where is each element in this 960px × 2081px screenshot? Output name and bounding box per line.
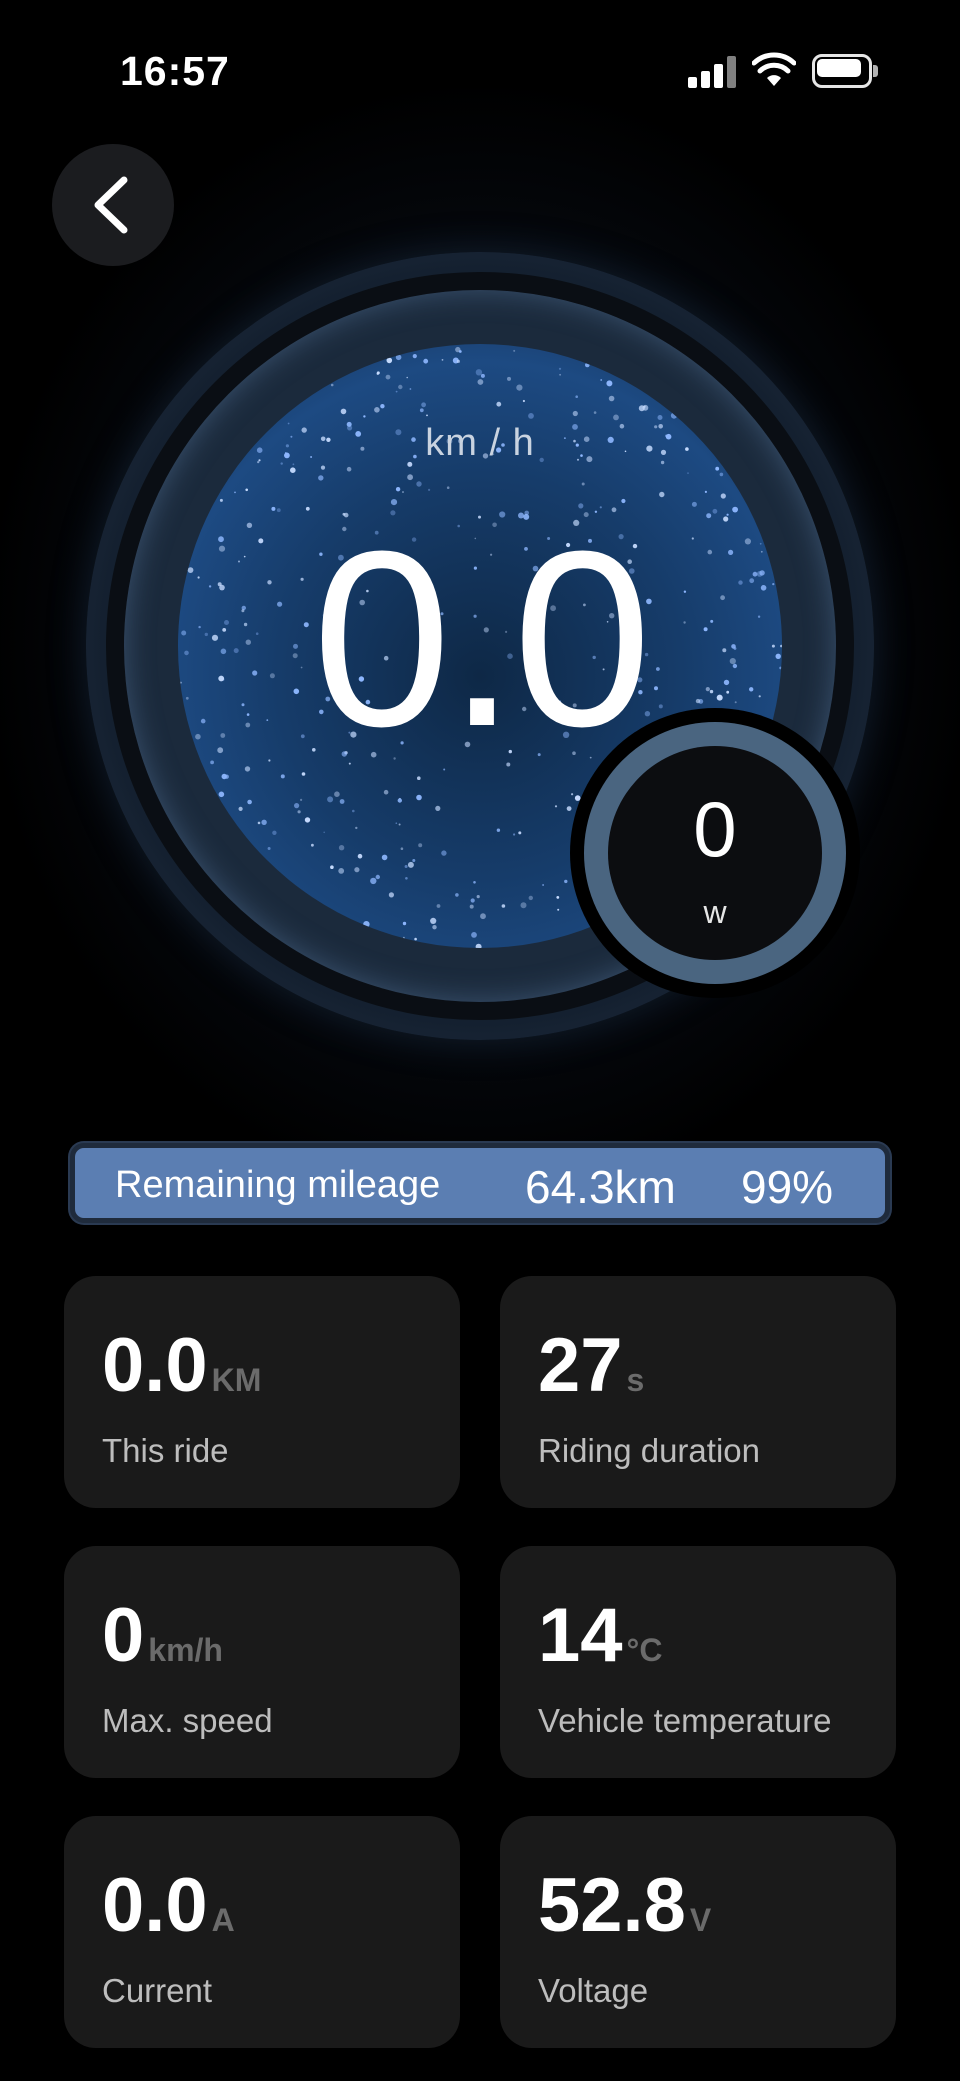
- status-time: 16:57: [120, 48, 230, 94]
- stat-unit: KM: [211, 1362, 262, 1398]
- remaining-mileage-label: Remaining mileage: [115, 1164, 441, 1206]
- cellular-signal-icon: [688, 56, 736, 88]
- stat-card-vehicle-temperature: 14 °C Vehicle temperature: [500, 1546, 896, 1778]
- power-unit: w: [703, 894, 727, 930]
- stat-unit: km/h: [148, 1632, 223, 1668]
- stat-unit: s: [626, 1362, 645, 1398]
- remaining-mileage-bar: Remaining mileage 64.3km 99%: [70, 1143, 890, 1223]
- stat-label: Current: [102, 1972, 213, 2009]
- battery-percent: 99%: [741, 1161, 834, 1213]
- power-badge: 0 w: [584, 722, 846, 984]
- chevron-left-icon: [94, 176, 128, 234]
- stat-value: 52.8: [538, 1863, 686, 1948]
- status-bar: 16:57: [0, 0, 960, 140]
- stat-label: This ride: [102, 1432, 229, 1469]
- back-button[interactable]: [52, 144, 174, 266]
- stat-value: 0.0: [102, 1323, 208, 1408]
- speed-unit: km / h: [425, 422, 535, 464]
- stat-card-riding-duration: 27 s Riding duration: [500, 1276, 896, 1508]
- stat-unit: A: [211, 1902, 235, 1938]
- stat-card-max-speed: 0 km/h Max. speed: [64, 1546, 460, 1778]
- power-value: 0: [693, 785, 737, 873]
- stat-label: Riding duration: [538, 1432, 760, 1469]
- stat-label: Voltage: [538, 1972, 649, 2009]
- stat-label: Vehicle temperature: [538, 1702, 832, 1739]
- stat-card-voltage: 52.8 V Voltage: [500, 1816, 896, 2048]
- stat-unit: V: [689, 1902, 712, 1938]
- speed-value: 0.0: [312, 499, 652, 778]
- stat-card-this-ride: 0.0 KM This ride: [64, 1276, 460, 1508]
- stat-value: 27: [538, 1323, 623, 1408]
- ride-dashboard-screen: 16:57 km / h 0.0 0 w Remaining mileage 6…: [0, 0, 960, 2081]
- stat-value: 0.0: [102, 1863, 208, 1948]
- stat-value: 0: [102, 1593, 145, 1678]
- stat-label: Max. speed: [102, 1702, 273, 1739]
- wifi-icon: [752, 52, 796, 86]
- stat-unit: °C: [626, 1632, 663, 1668]
- stat-value: 14: [538, 1593, 623, 1678]
- battery-icon: [812, 54, 878, 88]
- speedometer-gauge: km / h 0.0 0 w: [86, 252, 874, 1040]
- remaining-mileage-value: 64.3km: [525, 1161, 676, 1213]
- stat-card-current: 0.0 A Current: [64, 1816, 460, 2048]
